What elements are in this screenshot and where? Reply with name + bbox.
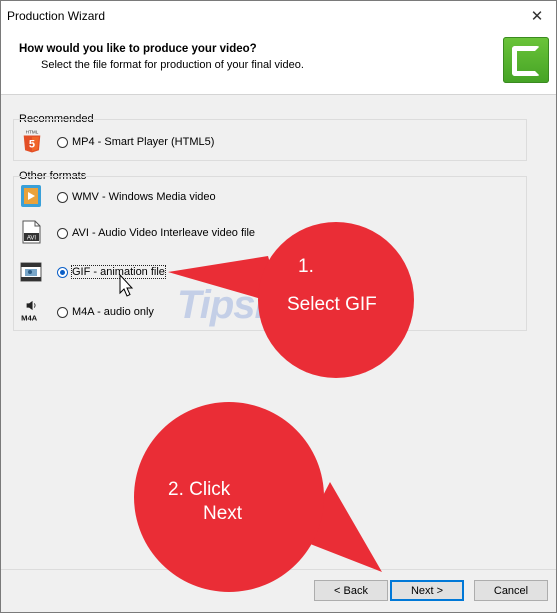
radio-mp4[interactable] [57,136,68,148]
format-option-m4a[interactable]: M4A - audio only [57,300,154,324]
next-button[interactable]: Next > [390,580,464,601]
format-option-gif[interactable]: GIF - animation file [57,260,166,284]
m4a-icon: M4A [21,300,38,322]
format-label-gif: GIF - animation file [71,265,166,279]
callout-2-text-line2: Next [203,503,243,524]
callout-1-number: 1. [298,256,314,277]
radio-avi[interactable] [57,227,68,239]
format-option-avi[interactable]: AVI - Audio Video Interleave video file [57,221,255,245]
format-option-mp4[interactable]: MP4 - Smart Player (HTML5) [57,130,214,154]
callout-1-text: Select GIF [287,294,377,315]
m4a-icon-text: M4A [21,313,38,322]
page-subtitle: Select the file format for production of… [41,59,304,71]
html5-icon-number: 5 [29,138,35,150]
cancel-button[interactable]: Cancel [474,580,548,601]
format-label-avi: AVI - Audio Video Interleave video file [72,227,256,239]
radio-m4a[interactable] [57,306,68,318]
close-icon[interactable]: ✕ [518,1,556,31]
wmv-icon [21,185,41,207]
production-wizard-window: Production Wizard ✕ How would you like t… [0,0,557,613]
radio-wmv[interactable] [57,191,68,203]
callout-2-text-line1: 2. Click [168,479,231,500]
window-title: Production Wizard [7,9,106,23]
avi-icon: AVI [22,220,41,244]
html5-icon: HTML 5 [23,130,41,153]
format-label-m4a: M4A - audio only [72,306,154,318]
radio-gif[interactable] [57,266,68,278]
wizard-header: How would you like to produce your video… [1,31,556,95]
page-title: How would you like to produce your video… [19,43,257,55]
gif-icon [20,262,42,282]
html5-icon-text: HTML [26,130,39,135]
format-label-mp4: MP4 - Smart Player (HTML5) [72,136,215,148]
back-button[interactable]: < Back [314,580,388,601]
avi-icon-text: AVI [27,236,37,242]
format-option-wmv[interactable]: WMV - Windows Media video [57,185,216,209]
camtasia-logo-icon [503,37,549,83]
footer-divider [1,569,556,570]
title-bar: Production Wizard ✕ [1,1,556,31]
format-label-wmv: WMV - Windows Media video [72,191,216,203]
